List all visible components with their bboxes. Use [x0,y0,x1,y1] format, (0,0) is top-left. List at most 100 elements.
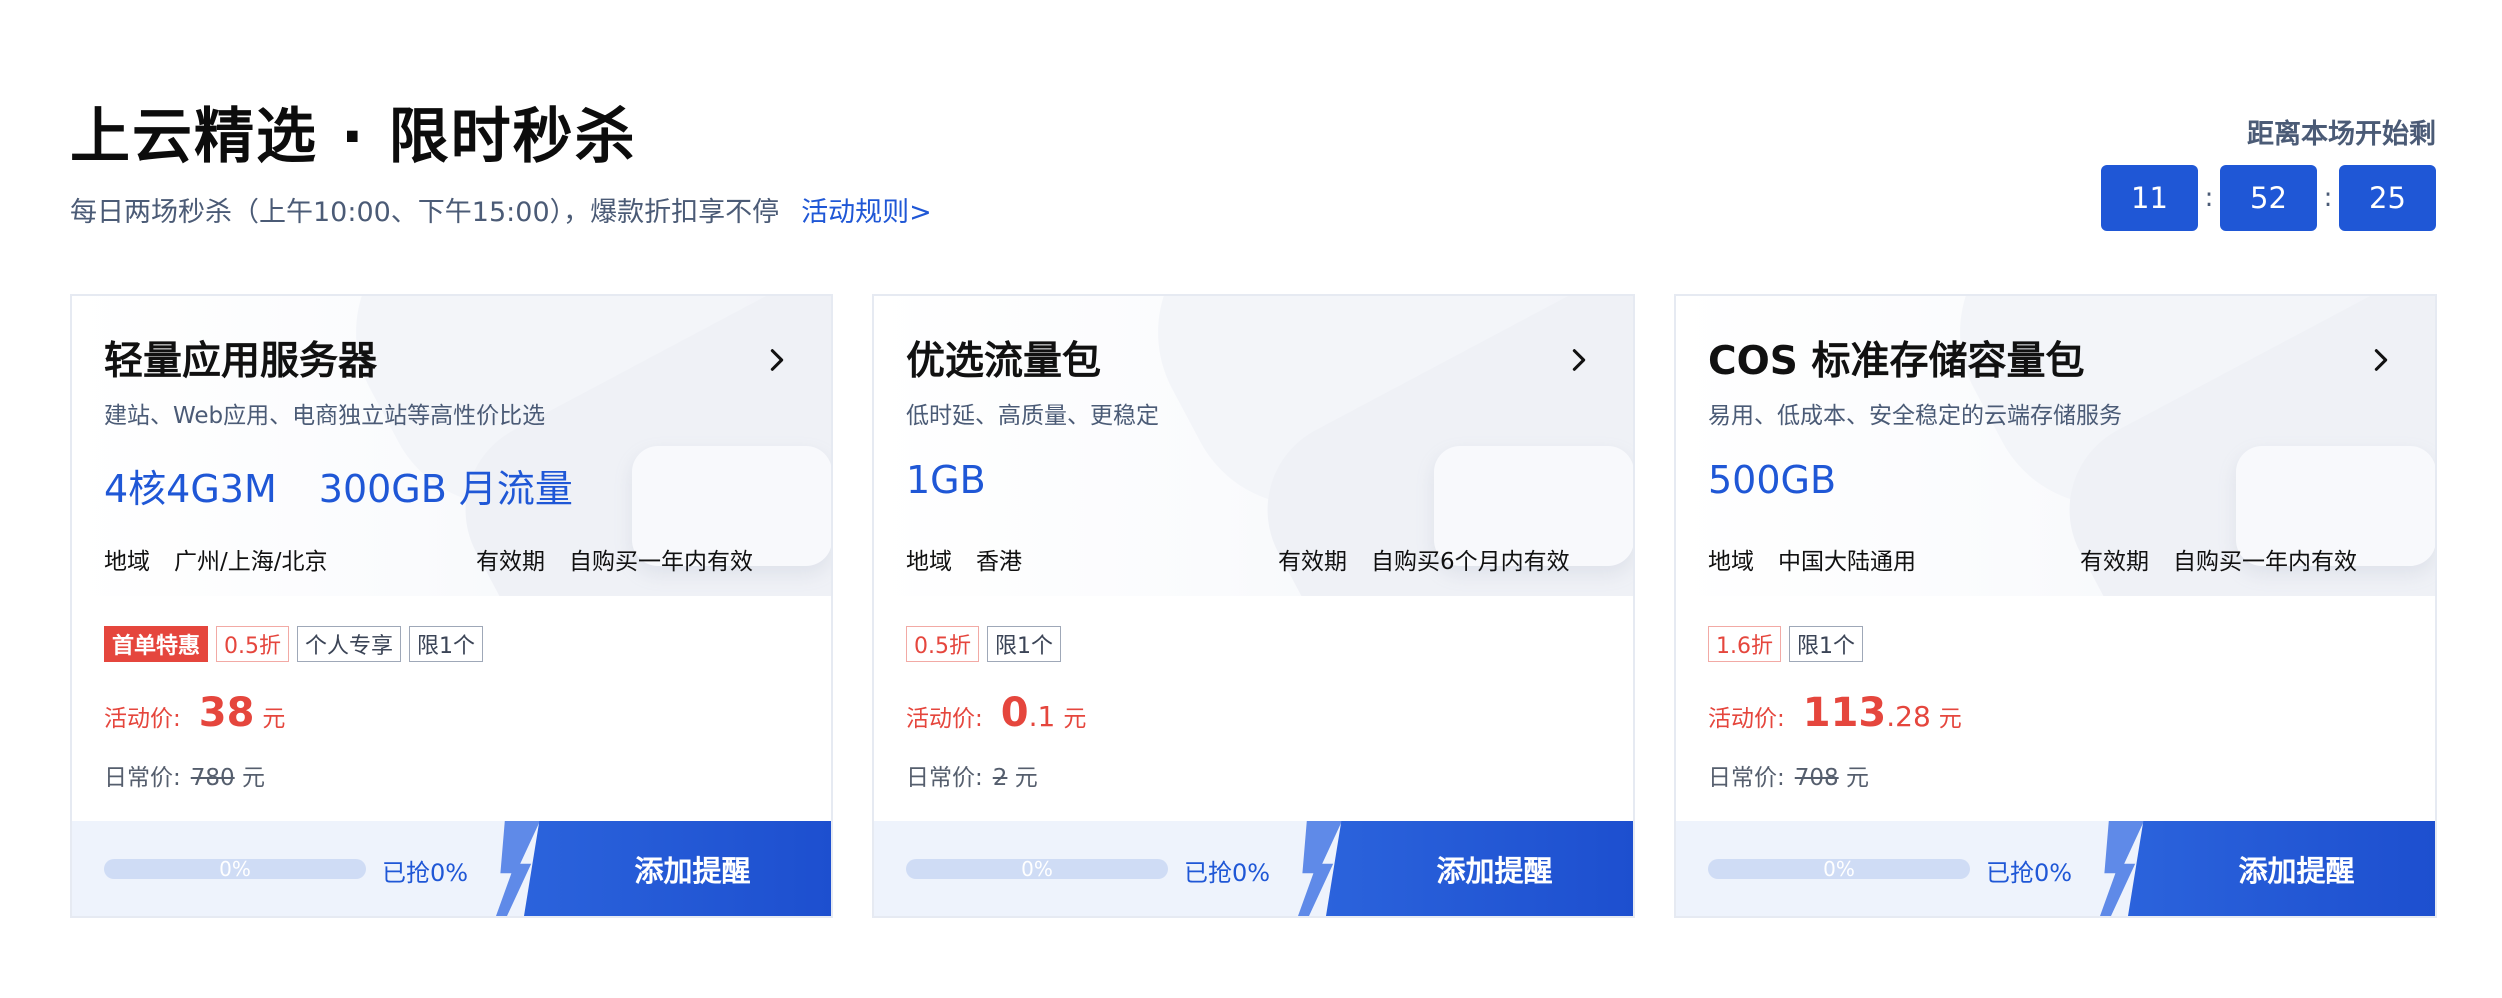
original-price-label: 日常价: [906,765,983,791]
countdown-timer: 11 : 52 : 25 [2101,165,2436,231]
original-price-unit: 元 [241,765,265,791]
card-title: 优选流量包 [906,339,1102,384]
add-reminder-button[interactable]: 添加提醒 [2128,821,2435,916]
region-info: 地域 中国大陆通用 [1708,542,1916,576]
tag-list: 0.5折 限1个 [906,626,1061,662]
region-label: 地域 [906,549,952,575]
card-description: 易用、低成本、安全稳定的云端存储服务 [1708,403,2122,429]
price-unit: 元 [1063,706,1087,732]
page-subtitle: 每日两场秒杀（上午10:00、下午15:00），爆款折扣享不停 活动规则> [70,190,932,229]
spec-main: 1GB [906,458,986,502]
countdown-hours: 11 [2101,165,2198,231]
validity-value: 自购买6个月内有效 [1371,549,1570,575]
sales-progress-bar: 0% [906,859,1168,879]
tag-list: 1.6折 限1个 [1708,626,1863,662]
original-price-label: 日常价: [104,765,181,791]
region-value: 广州/上海/北京 [174,549,328,575]
tag-limit: 限1个 [409,626,484,662]
card-spec: 500GB [1708,458,1836,502]
price-integer: 0 [1000,690,1029,736]
original-price-value: 2 [992,765,1008,791]
add-reminder-button[interactable]: 添加提醒 [1326,821,1633,916]
card-action-bar: 0% 已抢0% 添加提醒 [1676,821,2435,916]
validity-label: 有效期 [1278,549,1347,575]
original-price-value: 708 [1794,765,1839,791]
tag-discount: 1.6折 [1708,626,1781,662]
card-action-bar: 0% 已抢0% 添加提醒 [874,821,1633,916]
grabbed-percent: 已抢0% [382,859,469,887]
tag-list: 首单特惠 0.5折 个人专享 限1个 [104,626,484,662]
card-action-bar: 0% 已抢0% 添加提醒 [72,821,831,916]
tag-personal: 个人专享 [297,626,402,662]
progress-text: 0% [219,859,251,879]
card-description: 建站、Web应用、电商独立站等高性价比选 [104,403,546,429]
original-price-value: 780 [190,765,235,791]
product-card-traffic-package[interactable]: 优选流量包 低时延、高质量、更稳定 1GB 地域 香港 有效期 自购买6个月内有效 … [872,294,1635,918]
tag-discount: 0.5折 [906,626,979,662]
subtitle-text: 每日两场秒杀（上午10:00、下午15:00），爆款折扣享不停 [70,197,780,228]
product-card-lighthouse[interactable]: 轻量应用服务器 建站、Web应用、电商独立站等高性价比选 4核4G3M 300GB… [70,294,833,918]
countdown-separator: : [2204,183,2214,213]
add-reminder-button[interactable]: 添加提醒 [524,821,831,916]
original-price-unit: 元 [1845,765,1869,791]
chevron-right-icon[interactable] [763,346,791,374]
flash-sale-page: 上云精选 · 限时秒杀 每日两场秒杀（上午10:00、下午15:00），爆款折扣… [0,0,2502,998]
validity-value: 自购买一年内有效 [569,549,753,575]
page-title: 上云精选 · 限时秒杀 [70,102,637,172]
chevron-right-icon[interactable] [1565,346,1593,374]
card-spec: 1GB [906,458,986,502]
price-label: 活动价: [906,706,983,732]
price-integer: 113 [1802,690,1887,736]
validity-info: 有效期 自购买6个月内有效 [1278,542,1570,576]
price-integer: 38 [198,690,255,736]
validity-label: 有效期 [2080,549,2149,575]
chevron-right-icon[interactable] [2367,346,2395,374]
region-value: 中国大陆通用 [1778,549,1916,575]
validity-info: 有效期 自购买一年内有效 [2080,542,2357,576]
card-spec: 4核4G3M 300GB 月流量 [104,458,573,513]
region-label: 地域 [1708,549,1754,575]
card-title: COS 标准存储容量包 [1708,339,2085,384]
card-description: 低时延、高质量、更稳定 [906,403,1159,429]
original-price: 日常价: 708 元 [1708,758,1869,792]
original-price-unit: 元 [1014,765,1038,791]
tag-first-order: 首单特惠 [104,626,209,662]
card-title: 轻量应用服务器 [104,339,378,384]
progress-text: 0% [1021,859,1053,879]
activity-price: 活动价: 0.1 元 [906,690,1086,736]
product-card-cos-storage[interactable]: COS 标准存储容量包 易用、低成本、安全稳定的云端存储服务 500GB 地域中… [1674,294,2437,918]
grabbed-percent: 已抢0% [1184,859,1271,887]
original-price: 日常价: 2 元 [906,758,1038,792]
spec-extra: 300GB 月流量 [318,467,573,511]
tag-limit: 限1个 [987,626,1061,662]
activity-rules-link[interactable]: 活动规则> [801,197,932,228]
tag-discount: 0.5折 [216,626,290,662]
price-decimal: .1 [1028,700,1056,733]
countdown-minutes: 52 [2220,165,2317,231]
countdown-separator: : [2323,183,2333,213]
spec-main: 500GB [1708,458,1837,502]
region-info: 地域 广州/上海/北京 [104,542,328,576]
countdown-seconds: 25 [2339,165,2436,231]
spec-main: 4核4G3M [104,467,277,511]
activity-price: 活动价: 38 元 [104,690,285,736]
validity-label: 有效期 [476,549,545,575]
grabbed-percent: 已抢0% [1986,859,2073,887]
countdown-label: 距离本场开始剩 [2247,119,2436,150]
price-decimal: .28 [1886,700,1931,733]
progress-text: 0% [1823,859,1855,879]
sales-progress-bar: 0% [1708,859,1970,879]
validity-info: 有效期 自购买一年内有效 [476,542,753,576]
activity-price: 活动价: 113.28 元 [1708,690,1962,736]
tag-limit: 限1个 [1789,626,1863,662]
region-info: 地域 香港 [906,542,1022,576]
region-label: 地域 [104,549,150,575]
price-label: 活动价: [1708,706,1785,732]
region-value: 香港 [976,549,1022,575]
sales-progress-bar: 0% [104,859,366,879]
validity-value: 自购买一年内有效 [2173,549,2357,575]
price-label: 活动价: [104,706,181,732]
original-price-label: 日常价: [1708,765,1785,791]
price-unit: 元 [1938,706,1962,732]
original-price: 日常价: 780 元 [104,758,265,792]
